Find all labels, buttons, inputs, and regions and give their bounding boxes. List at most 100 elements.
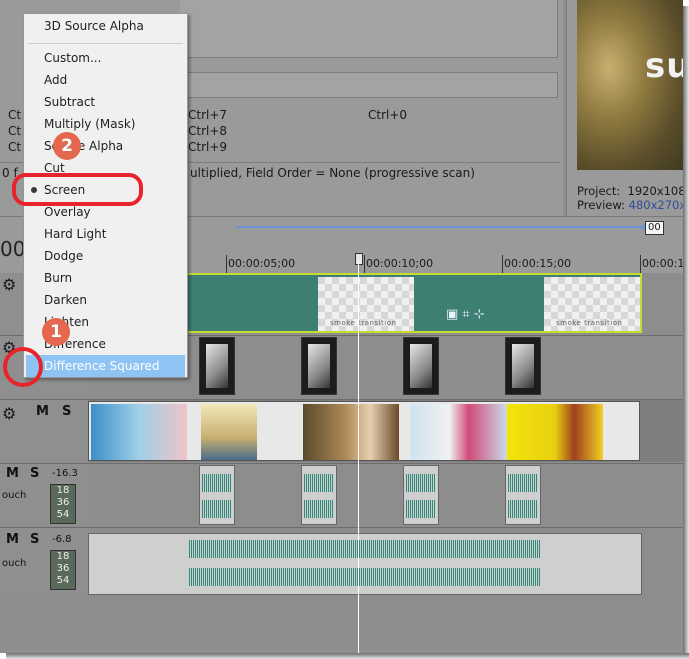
screenshot-shadow-right <box>683 6 689 659</box>
photo-thumbnail <box>201 404 257 460</box>
transition-label: smoke transition <box>330 319 397 327</box>
audio-track-header-1: M S -16.3 ouch 18 36 54 <box>0 464 88 526</box>
transition-checker: smoke transition <box>544 277 640 331</box>
vu-label: 18 <box>56 485 70 496</box>
ruler-tick-label: 00:00:10;00 <box>366 257 434 270</box>
vegas-editor-window: Ct Ct Ct Ctrl+7 Ctrl+8 Ctrl+9 Ctrl+0 0 f… <box>0 0 683 653</box>
waveform <box>304 500 334 518</box>
ruler-tick-label: 00:00:05;00 <box>228 257 296 270</box>
panel-field-area <box>180 72 558 98</box>
vu-label: 36 <box>56 497 70 508</box>
prop-shortcut-col1: Ct <box>8 124 22 138</box>
crop-icon[interactable]: ▣ ⌗ ⊹ <box>446 307 485 322</box>
photo-thumbnail <box>91 404 187 460</box>
menu-item-dodge[interactable]: Dodge <box>26 245 185 267</box>
menu-item-source-alpha[interactable]: Source Alpha <box>26 135 185 157</box>
music-clip[interactable] <box>88 533 642 595</box>
ruler-tick <box>502 255 503 275</box>
ruler-tick-label: 00:00:1 <box>642 257 683 270</box>
automation-mode[interactable]: ouch <box>2 558 26 569</box>
playhead-line <box>358 262 359 653</box>
audio-track-header-2: M S -6.8 ouch 18 36 54 <box>0 528 88 598</box>
menu-item-burn[interactable]: Burn <box>26 267 185 289</box>
menu-item-multiply[interactable]: Multiply (Mask) <box>26 113 185 135</box>
clip-thumbnail <box>512 344 534 388</box>
photo-clips[interactable] <box>88 401 640 461</box>
audio-clip[interactable] <box>505 465 541 525</box>
preview-label: Preview: <box>577 198 626 212</box>
prop-shortcut-col2: Ctrl+9 <box>188 140 228 154</box>
menu-item-hard-light[interactable]: Hard Light <box>26 223 185 245</box>
vu-label: 18 <box>56 551 70 562</box>
time-badge: 00 <box>645 221 664 235</box>
preview-overlay-text: su <box>645 46 683 86</box>
panel-header-area <box>180 0 558 58</box>
photo-thumbnail <box>507 404 603 460</box>
automation-mode[interactable]: ouch <box>2 490 26 501</box>
smoke-clip[interactable] <box>505 337 541 395</box>
composite-clip[interactable]: smoke transition smoke transition ▣ ⌗ ⊹ <box>186 273 642 333</box>
menu-item-difference-squared[interactable]: Difference Squared <box>26 355 185 377</box>
waveform <box>406 500 436 518</box>
project-label: Project: <box>577 184 621 198</box>
solo-button[interactable]: S <box>62 404 71 419</box>
transition-label: smoke transition <box>556 319 623 327</box>
preview-info: Project: 1920x108 Preview: 480x270x <box>577 184 683 212</box>
audio-clip[interactable] <box>403 465 439 525</box>
waveform <box>406 474 436 492</box>
solo-button[interactable]: S <box>30 466 39 481</box>
preview-value: 480x270x <box>628 198 683 212</box>
ruler-tick <box>364 255 365 275</box>
mute-button[interactable]: M <box>6 532 19 547</box>
vu-label: 36 <box>56 563 70 574</box>
prop-shortcut-col3: Ctrl+0 <box>368 108 408 122</box>
clip-thumbnail <box>206 344 228 388</box>
preview-frame: su <box>577 0 683 170</box>
prop-shortcut-col1: Ct <box>8 108 22 122</box>
photo-thumbnail <box>411 404 507 460</box>
waveform <box>202 474 232 492</box>
waveform <box>508 474 538 492</box>
highlight-ring-screen <box>12 173 143 206</box>
playhead-handle[interactable] <box>355 253 363 265</box>
prop-shortcut-col2: Ctrl+8 <box>188 124 228 138</box>
vu-meter: 18 36 54 <box>50 484 76 524</box>
vu-label: 54 <box>56 509 70 520</box>
loop-region-bar[interactable] <box>236 226 644 228</box>
waveform <box>189 540 541 558</box>
ruler-tick <box>640 255 641 275</box>
transition-checker: smoke transition <box>318 277 414 331</box>
solo-button[interactable]: S <box>30 532 39 547</box>
mute-button[interactable]: M <box>6 466 19 481</box>
mute-button[interactable]: M <box>36 404 49 419</box>
highlight-ring-composite-button <box>3 347 43 387</box>
menu-item-darken[interactable]: Darken <box>26 289 185 311</box>
menu-item-subtract[interactable]: Subtract <box>26 91 185 113</box>
step-callout-1: 1 <box>42 318 70 346</box>
audio-clip[interactable] <box>301 465 337 525</box>
project-value: 1920x108 <box>627 184 683 198</box>
track-volume[interactable]: -16.3 <box>52 468 78 479</box>
menu-item-3d-source-alpha[interactable]: 3D Source Alpha <box>26 15 185 37</box>
menu-item-add[interactable]: Add <box>26 69 185 91</box>
ruler-tick <box>226 255 227 275</box>
gear-icon[interactable]: ⚙ <box>2 404 16 423</box>
waveform <box>202 500 232 518</box>
track-header-3: ⚙ M S <box>0 400 88 462</box>
smoke-clip[interactable] <box>301 337 337 395</box>
gear-icon[interactable]: ⚙ <box>2 275 16 294</box>
clip-thumbnail <box>410 344 432 388</box>
step-callout-2: 2 <box>53 132 81 160</box>
video-preview-panel: su Project: 1920x108 Preview: 480x270x <box>566 0 683 216</box>
screenshot-shadow-bottom <box>6 653 689 659</box>
track-volume[interactable]: -6.8 <box>52 534 72 545</box>
menu-item-custom[interactable]: Custom... <box>26 47 185 69</box>
waveform <box>508 500 538 518</box>
prop-shortcut-col2: Ctrl+7 <box>188 108 228 122</box>
smoke-clip[interactable] <box>199 337 235 395</box>
status-right-text: ultiplied, Field Order = None (progressi… <box>190 166 475 180</box>
ruler-tick-label: 00:00:15;00 <box>504 257 572 270</box>
audio-clip[interactable] <box>199 465 235 525</box>
smoke-clip[interactable] <box>403 337 439 395</box>
clip-thumbnail <box>308 344 330 388</box>
